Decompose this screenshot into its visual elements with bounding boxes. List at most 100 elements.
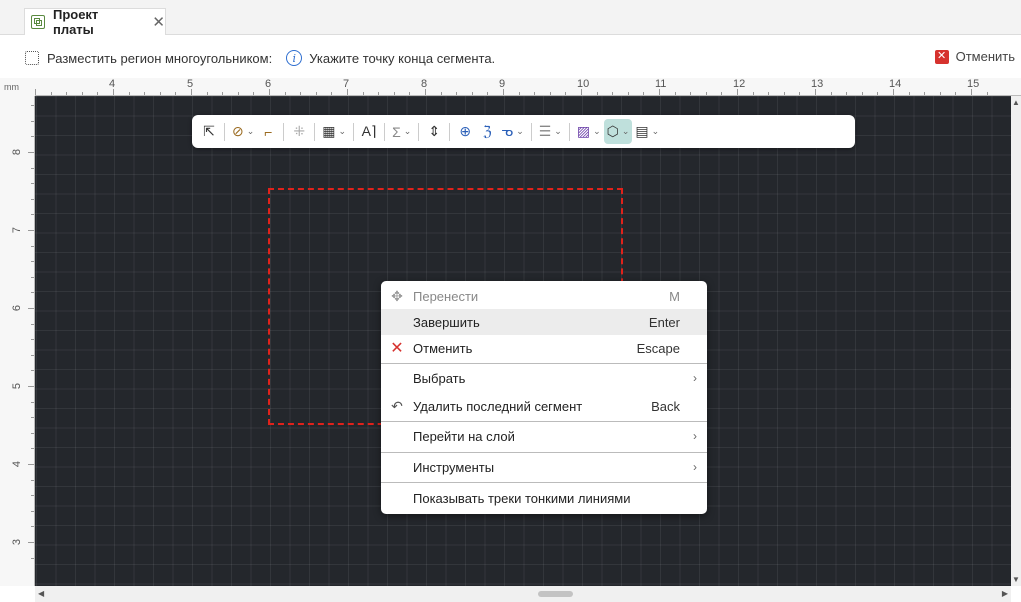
ruler-tick	[28, 230, 34, 231]
ruler-top: 4 5 6 7 8 9 10 11 12 13 14 15	[35, 78, 1021, 96]
ruler-tick	[393, 92, 395, 95]
ruler-tick	[31, 183, 34, 185]
ruler-tick	[35, 89, 36, 95]
scroll-thumb[interactable]	[538, 591, 573, 597]
menu-item-label: Выбрать	[413, 370, 466, 386]
chevron-right-icon: ›	[693, 371, 697, 385]
ruler-tick	[128, 92, 130, 95]
ruler-left-label: 8	[11, 148, 24, 156]
menu-item-cancel[interactable]: ✕ Отменить Escape	[381, 335, 707, 361]
toolbar-separator	[314, 122, 316, 141]
ruler-top-label: 13	[811, 78, 824, 90]
ruler-tick	[300, 92, 302, 95]
layer-stack-icon[interactable]: ☰ ⌄	[536, 119, 565, 144]
toolbar-separator	[568, 122, 570, 141]
menu-item-label: Удалить последний сегмент	[413, 398, 583, 414]
ruler-tick	[31, 323, 34, 325]
board-icon[interactable]: ▤ ⌄	[632, 119, 662, 144]
menu-item-tools[interactable]: Инструменты ›	[381, 454, 707, 480]
ruler-tick	[518, 92, 520, 95]
close-icon[interactable]: ✕	[152, 15, 165, 30]
ruler-tick	[31, 354, 34, 356]
pcb-editor-window: Проект платы ✕ Разместить регион многоуг…	[0, 0, 1021, 602]
menu-item-label: Инструменты	[413, 459, 495, 475]
ruler-tick	[705, 92, 707, 95]
scroll-up-icon[interactable]: ▲	[1012, 98, 1020, 107]
ruler-tick	[237, 92, 239, 95]
via-icon[interactable]: ⇕	[423, 119, 445, 144]
ruler-tick	[924, 92, 926, 95]
ruler-tick	[565, 92, 567, 95]
ruler-tick	[31, 136, 34, 138]
route-icon[interactable]: ⊘ ⌄	[229, 119, 257, 144]
scroll-right-icon[interactable]: ▶	[1002, 589, 1008, 598]
probe-icon[interactable]: ᓀ ⌄	[498, 119, 526, 144]
menu-item-thin-tracks[interactable]: Показывать треки тонкими линиями	[381, 485, 707, 511]
menu-item-delete-last-segment[interactable]: ↶ Удалить последний сегмент Back	[381, 393, 707, 419]
menu-item-finish[interactable]: Завершить Enter	[381, 309, 707, 335]
sigma-icon[interactable]: Σ ⌄	[389, 119, 414, 144]
ruler-top-label: 15	[967, 78, 980, 90]
menu-item-label: Перейти на слой	[413, 428, 515, 444]
ruler-tick	[939, 92, 941, 95]
interactive-route-icon[interactable]: ⌐	[257, 119, 279, 144]
menu-item-label: Отменить	[413, 340, 473, 356]
polygon-region-icon[interactable]: ⬡ ⌄	[603, 119, 633, 144]
diff-pair-icon[interactable]: ℨ	[476, 119, 498, 144]
ruler-left-label: 7	[11, 226, 24, 234]
ruler-tick	[893, 89, 894, 95]
ruler-tick	[846, 92, 848, 95]
menu-item-shortcut: Escape	[636, 340, 680, 356]
ruler-top-label: 11	[655, 78, 667, 90]
ruler-tick	[503, 89, 504, 95]
ruler-tick	[752, 92, 754, 95]
component-move-icon[interactable]: ⁜	[288, 119, 310, 144]
scroll-left-icon[interactable]: ◀	[38, 589, 44, 598]
target-icon[interactable]: ⊕	[454, 119, 476, 144]
menu-item-go-to-layer[interactable]: Перейти на слой ›	[381, 423, 707, 449]
move-icon: ✥	[391, 287, 403, 304]
ruler-tick	[31, 401, 34, 403]
menu-item-move[interactable]: ✥ Перенести M	[381, 283, 707, 309]
tab-label: Проект платы	[52, 7, 99, 37]
menu-item-shortcut: Back	[651, 398, 680, 414]
info-icon: i	[286, 50, 303, 66]
grid-icon[interactable]: ▦ ⌄	[319, 119, 349, 144]
polygon-region-icon	[25, 51, 39, 65]
select-arrow-icon[interactable]: ⇱	[198, 119, 220, 144]
text-icon[interactable]: A⌉	[358, 119, 380, 144]
chevron-right-icon: ›	[693, 460, 697, 474]
ruler-tick	[31, 105, 34, 107]
ruler-tick	[31, 167, 34, 169]
ruler-tick	[31, 261, 34, 263]
ruler-tick	[97, 92, 99, 95]
ruler-top-label: 14	[889, 78, 902, 90]
ruler-tick	[191, 89, 192, 95]
hint-text: Укажите точку конца сегмента.	[309, 50, 496, 66]
menu-item-select[interactable]: Выбрать ›	[381, 365, 707, 391]
ruler-tick	[31, 479, 34, 481]
scroll-down-icon[interactable]: ▼	[1012, 575, 1020, 584]
ruler-tick	[971, 89, 972, 95]
horizontal-scrollbar[interactable]: ◀ ▶	[35, 586, 1011, 602]
cancel-command-button[interactable]: ✕ Отменить	[934, 49, 1015, 64]
ruler-tick	[799, 92, 801, 95]
ruler-left: 8 7 6 5 4 3	[0, 96, 35, 586]
hatch-icon[interactable]: ▨ ⌄	[574, 119, 604, 144]
ruler-tick	[643, 92, 645, 95]
menu-item-shortcut: M	[669, 288, 680, 304]
ruler-left-label: 6	[11, 304, 24, 312]
ruler-tick	[659, 89, 660, 95]
ruler-tick	[690, 92, 692, 95]
cancel-icon: ✕	[390, 340, 404, 357]
ruler-tick	[175, 92, 177, 95]
ruler-tick	[31, 276, 34, 278]
vertical-scrollbar[interactable]: ▲ ▼	[1011, 96, 1021, 586]
chevron-right-icon: ›	[693, 429, 697, 443]
ruler-tick	[31, 526, 34, 528]
ruler-tick	[737, 89, 738, 95]
tab-board-project[interactable]: Проект платы ✕	[24, 7, 166, 37]
ruler-tick	[144, 92, 146, 95]
ruler-tick	[31, 557, 34, 559]
ruler-tick	[66, 92, 68, 95]
